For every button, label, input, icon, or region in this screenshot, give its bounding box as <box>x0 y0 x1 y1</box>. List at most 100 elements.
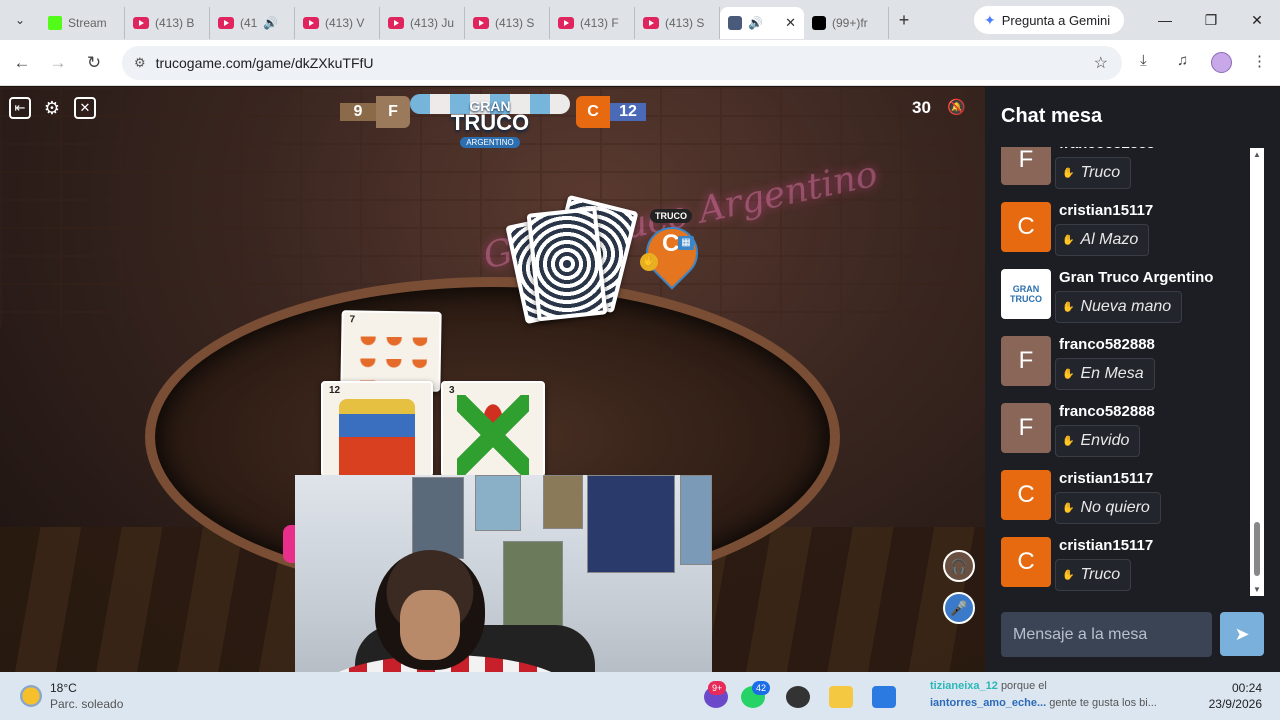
minimize-button[interactable]: — <box>1142 0 1188 40</box>
chat-overlay-user: tizianeixa_12 <box>930 680 998 692</box>
tab-3[interactable]: (413) V <box>295 7 380 39</box>
logo-line3: ARGENTINO <box>460 137 520 148</box>
microphone-button[interactable]: 🎤 <box>943 592 975 624</box>
new-tab-button[interactable]: + <box>889 10 919 31</box>
avatar: C <box>1001 202 1051 252</box>
card-number: 12 <box>329 385 341 396</box>
hand-icon: ✋ <box>1062 368 1075 380</box>
notification-badge: 9+ <box>708 681 727 695</box>
message-bubble: ✋ En Mesa <box>1055 358 1155 390</box>
menu-icon[interactable]: ⋮ <box>1252 52 1267 70</box>
tiktok-icon <box>812 16 826 30</box>
tab-1[interactable]: (413) B <box>125 7 210 39</box>
weather-widget[interactable]: 18°C Parc. soleado <box>20 680 123 712</box>
avatar: C <box>1001 537 1051 587</box>
message-text: No quiero <box>1080 499 1150 516</box>
reload-button[interactable]: ↻ <box>76 53 112 73</box>
gemini-label: Pregunta a Gemini <box>1001 12 1111 28</box>
message-text: En Mesa <box>1080 365 1144 382</box>
hand-icon: ✋ <box>640 253 658 271</box>
store-icon[interactable] <box>872 686 896 708</box>
audio-icon[interactable]: 🔊 <box>263 16 278 30</box>
bookmark-star-icon[interactable]: ☆ <box>1094 53 1108 73</box>
hand-icon: ✋ <box>1062 569 1075 581</box>
youtube-icon <box>473 17 489 29</box>
profile-avatar[interactable] <box>1211 52 1232 73</box>
chat-message-input[interactable]: Mensaje a la mesa <box>1001 612 1212 657</box>
gemini-button[interactable]: ✦ Pregunta a Gemini <box>974 6 1124 34</box>
tab-label: (41 <box>240 16 258 30</box>
exit-icon[interactable]: ⇤ <box>9 97 31 119</box>
tab-label: (413) S <box>495 16 535 30</box>
whatsapp-badge: 42 <box>752 681 771 695</box>
scroll-up-icon[interactable]: ▲ <box>1253 150 1261 159</box>
message-user: cristian15117 <box>1059 202 1154 219</box>
played-card-7-copas: 7 <box>340 310 442 392</box>
tab-7[interactable]: (413) S <box>635 7 720 39</box>
no-swords-icon[interactable]: ✕ <box>74 97 96 119</box>
stream-chat-overlay: tizianeixa_12 porque el iantorres_amo_ec… <box>930 678 1157 712</box>
mute-icon[interactable]: 🔕 <box>947 98 966 116</box>
settings-icon[interactable]: ⚙ <box>41 97 63 119</box>
message-bubble: ✋ No quiero <box>1055 492 1161 524</box>
chat-panel: Chat mesa F franco582888 ✋ Truco C cristi… <box>985 87 1280 672</box>
cards-icon: ▦ <box>678 236 694 250</box>
tab-label: (99+)fr <box>832 16 868 30</box>
audio-icon[interactable]: 🔊 <box>748 16 763 30</box>
scroll-down-icon[interactable]: ▼ <box>1253 585 1261 594</box>
obs-icon[interactable] <box>786 686 810 708</box>
close-window-button[interactable]: ✕ <box>1234 0 1280 40</box>
chat-scrollbar[interactable]: ▲ ▼ <box>1250 148 1264 596</box>
site-info-icon[interactable]: ⚙ <box>134 55 146 71</box>
message-text: Truco <box>1080 566 1121 583</box>
chat-overlay-user: iantorres_amo_eche... <box>930 697 1047 709</box>
tab-0[interactable]: Stream <box>40 7 125 39</box>
poster <box>587 475 675 573</box>
chat-message: C cristian15117 ✋ No quiero <box>1001 470 1251 530</box>
system-clock[interactable]: 00:24 23/9/2026 <box>1196 680 1262 712</box>
person-face <box>400 590 460 660</box>
message-text: Truco <box>1080 164 1121 181</box>
close-tab-icon[interactable]: ✕ <box>785 15 796 31</box>
score-right-value: 12 <box>610 103 646 121</box>
chat-message: C cristian15117 ✋ Al Mazo <box>1001 202 1251 262</box>
tab-label: (413) B <box>155 16 195 30</box>
forward-button[interactable]: → <box>40 53 76 73</box>
tab-9[interactable]: (99+)fr <box>804 7 889 39</box>
chat-message-list[interactable]: F franco582888 ✋ Truco C cristian15117 ✋ A… <box>985 147 1255 597</box>
avatar: F <box>1001 403 1051 453</box>
played-card-12-copas: 12 <box>321 381 433 477</box>
tab-6[interactable]: (413) F <box>550 7 635 39</box>
youtube-icon <box>303 17 319 29</box>
back-button[interactable]: ← <box>4 53 40 73</box>
score-left: 9 F <box>340 96 410 128</box>
weather-icon <box>20 685 42 707</box>
message-text: Al Mazo <box>1080 231 1139 248</box>
media-control-icon[interactable]: ♫ <box>1177 52 1188 69</box>
tab-4[interactable]: (413) Ju <box>380 7 465 39</box>
chat-title: Chat mesa <box>1001 105 1103 127</box>
chat-message: GRAN TRUCO Gran Truco Argentino ✋ Nueva m… <box>1001 269 1251 329</box>
truco-icon <box>728 16 742 30</box>
played-card-3-espadas: 3 <box>441 381 545 477</box>
youtube-icon <box>388 17 404 29</box>
tab-2[interactable]: (41 🔊 <box>210 7 295 39</box>
message-bubble: ✋ Envido <box>1055 425 1141 457</box>
send-button[interactable]: ➤ <box>1220 612 1264 656</box>
tab-5[interactable]: (413) S <box>465 7 550 39</box>
message-user: franco582888 <box>1059 147 1155 152</box>
address-bar[interactable]: ⚙ trucogame.com/game/dkZXkuTFfU ☆ <box>122 46 1122 80</box>
card-number: 3 <box>449 385 455 396</box>
weather-desc: Parc. soleado <box>50 697 124 711</box>
scroll-thumb[interactable] <box>1254 522 1260 576</box>
headphones-off-button[interactable]: 🎧 <box>943 550 975 582</box>
tab-8-active[interactable]: 🔊 ✕ <box>720 7 804 39</box>
download-icon[interactable]: ⤓ <box>1140 52 1147 69</box>
hand-icon: ✋ <box>1062 301 1075 313</box>
chat-message: C cristian15117 ✋ Truco <box>1001 537 1251 597</box>
file-explorer-icon[interactable] <box>829 686 853 708</box>
score-left-letter: F <box>376 96 410 128</box>
tab-search-button[interactable]: ⌄ <box>0 0 40 40</box>
chat-overlay-text: porque el <box>1000 680 1047 692</box>
maximize-button[interactable]: ❐ <box>1188 0 1234 40</box>
